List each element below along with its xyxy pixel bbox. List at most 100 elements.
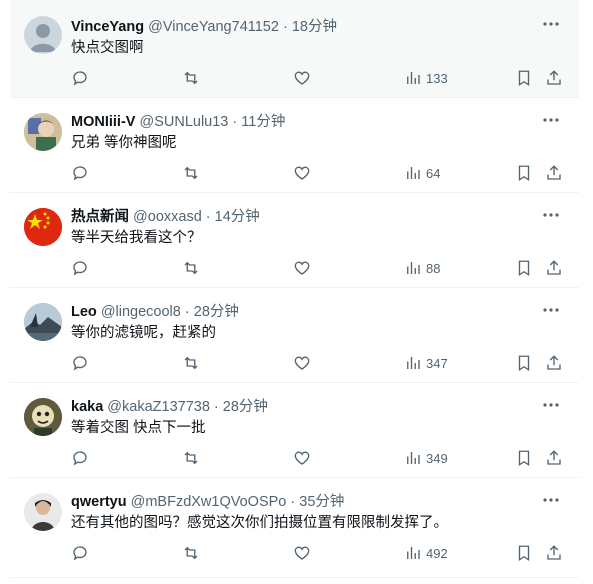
views-button[interactable]: 349 xyxy=(404,448,448,468)
share-icon[interactable] xyxy=(545,353,563,373)
more-icon[interactable] xyxy=(541,395,561,415)
reply-post[interactable]: 热点新闻 @ooxxasd · 14分钟 等半天给我看这个？ 88 xyxy=(10,193,579,288)
repost-icon[interactable] xyxy=(182,543,200,563)
bookmark-icon[interactable] xyxy=(515,68,533,88)
views-icon xyxy=(407,547,420,559)
views-button[interactable]: 64 xyxy=(404,163,440,183)
display-name[interactable]: qwertyu xyxy=(71,494,127,510)
post-text: 兄弟 等你神图呢 xyxy=(71,135,177,151)
more-icon[interactable] xyxy=(541,205,561,225)
reply-icon[interactable] xyxy=(71,353,89,373)
post-header: kaka @kakaZ137738 · 28分钟 xyxy=(71,397,268,417)
avatar[interactable] xyxy=(24,113,62,151)
display-name[interactable]: Leo xyxy=(71,304,97,320)
action-bar: 133 xyxy=(71,68,571,88)
bookmark-icon[interactable] xyxy=(515,163,533,183)
reply-post[interactable]: VinceYang @VinceYang741152 · 18分钟 快点交图啊 … xyxy=(10,0,579,98)
more-icon[interactable] xyxy=(541,300,561,320)
handle[interactable]: @ooxxasd xyxy=(133,209,202,225)
post-header: 热点新闻 @ooxxasd · 14分钟 xyxy=(71,207,260,227)
display-name[interactable]: MONIiii-V xyxy=(71,114,135,130)
bookmark-icon[interactable] xyxy=(515,353,533,373)
post-header: VinceYang @VinceYang741152 · 18分钟 xyxy=(71,17,337,37)
views-button[interactable]: 88 xyxy=(404,258,440,278)
action-bar: 349 xyxy=(71,448,571,468)
handle[interactable]: @SUNLulu13 xyxy=(139,114,228,130)
avatar[interactable] xyxy=(24,398,62,436)
views-count: 349 xyxy=(426,450,448,466)
reply-post[interactable]: Leo @lingecool8 · 28分钟 等你的滤镜呢，赶紧的 347 xyxy=(10,288,579,383)
like-icon[interactable] xyxy=(293,543,311,563)
avatar[interactable] xyxy=(24,303,62,341)
more-icon[interactable] xyxy=(541,490,561,510)
reply-icon[interactable] xyxy=(71,163,89,183)
reply-icon[interactable] xyxy=(71,258,89,278)
repost-icon[interactable] xyxy=(182,353,200,373)
post-header: MONIiii-V @SUNLulu13 · 11分钟 xyxy=(71,112,285,132)
like-icon[interactable] xyxy=(293,68,311,88)
repost-icon[interactable] xyxy=(182,448,200,468)
like-icon[interactable] xyxy=(293,258,311,278)
avatar[interactable] xyxy=(24,493,62,531)
post-text: 还有其他的图吗？感觉这次你们拍摄位置有限限制发挥了。 xyxy=(71,515,448,531)
dot-separator: · xyxy=(290,494,296,510)
share-icon[interactable] xyxy=(545,163,563,183)
bookmark-icon[interactable] xyxy=(515,448,533,468)
views-button[interactable]: 492 xyxy=(404,543,448,563)
dot-separator: · xyxy=(213,399,219,415)
views-count: 492 xyxy=(426,545,448,561)
reply-feed: VinceYang @VinceYang741152 · 18分钟 快点交图啊 … xyxy=(10,0,579,584)
avatar[interactable] xyxy=(24,208,62,246)
timestamp[interactable]: 28分钟 xyxy=(194,304,239,320)
timestamp[interactable]: 14分钟 xyxy=(215,209,260,225)
action-bar: 492 xyxy=(71,543,571,563)
views-icon xyxy=(407,72,420,84)
post-header: qwertyu @mBFzdXw1QVoOSPo · 35分钟 xyxy=(71,492,344,512)
like-icon[interactable] xyxy=(293,163,311,183)
share-icon[interactable] xyxy=(545,68,563,88)
more-icon[interactable] xyxy=(541,110,561,130)
post-text: 等半天给我看这个？ xyxy=(71,230,202,246)
display-name[interactable]: 热点新闻 xyxy=(71,209,129,225)
like-icon[interactable] xyxy=(293,448,311,468)
display-name[interactable]: kaka xyxy=(71,399,103,415)
views-count: 64 xyxy=(426,165,441,181)
share-icon[interactable] xyxy=(545,543,563,563)
views-icon xyxy=(407,167,420,179)
share-icon[interactable] xyxy=(545,258,563,278)
reply-icon[interactable] xyxy=(71,68,89,88)
avatar[interactable] xyxy=(24,16,62,54)
share-icon[interactable] xyxy=(545,448,563,468)
repost-icon[interactable] xyxy=(182,258,200,278)
bookmark-icon[interactable] xyxy=(515,543,533,563)
timestamp[interactable]: 35分钟 xyxy=(299,494,344,510)
display-name[interactable]: VinceYang xyxy=(71,19,144,35)
repost-icon[interactable] xyxy=(182,163,200,183)
reply-post[interactable]: kaka @kakaZ137738 · 28分钟 等着交图 快点下一批 349 xyxy=(10,383,579,478)
bookmark-icon[interactable] xyxy=(515,258,533,278)
handle[interactable]: @mBFzdXw1QVoOSPo xyxy=(131,494,287,510)
handle[interactable]: @lingecool8 xyxy=(101,304,181,320)
reply-icon[interactable] xyxy=(71,448,89,468)
like-icon[interactable] xyxy=(293,353,311,373)
reply-post[interactable]: MONIiii-V @SUNLulu13 · 11分钟 兄弟 等你神图呢 64 xyxy=(10,98,579,193)
views-icon xyxy=(407,357,420,369)
views-button[interactable]: 347 xyxy=(404,353,448,373)
timestamp[interactable]: 28分钟 xyxy=(223,399,268,415)
reply-post[interactable]: qwertyu @mBFzdXw1QVoOSPo · 35分钟 还有其他的图吗？… xyxy=(10,478,579,578)
views-count: 88 xyxy=(426,260,441,276)
timestamp[interactable]: 11分钟 xyxy=(241,114,285,130)
action-bar: 347 xyxy=(71,353,571,373)
handle[interactable]: @VinceYang741152 xyxy=(148,19,279,35)
dot-separator: · xyxy=(205,209,211,225)
reply-icon[interactable] xyxy=(71,543,89,563)
repost-icon[interactable] xyxy=(182,68,200,88)
views-icon xyxy=(407,452,420,464)
views-button[interactable]: 133 xyxy=(404,68,448,88)
handle[interactable]: @kakaZ137738 xyxy=(107,399,210,415)
timestamp[interactable]: 18分钟 xyxy=(292,19,337,35)
more-icon[interactable] xyxy=(541,14,561,34)
dot-separator: · xyxy=(282,19,288,35)
views-count: 347 xyxy=(426,355,448,371)
dot-separator: · xyxy=(184,304,190,320)
